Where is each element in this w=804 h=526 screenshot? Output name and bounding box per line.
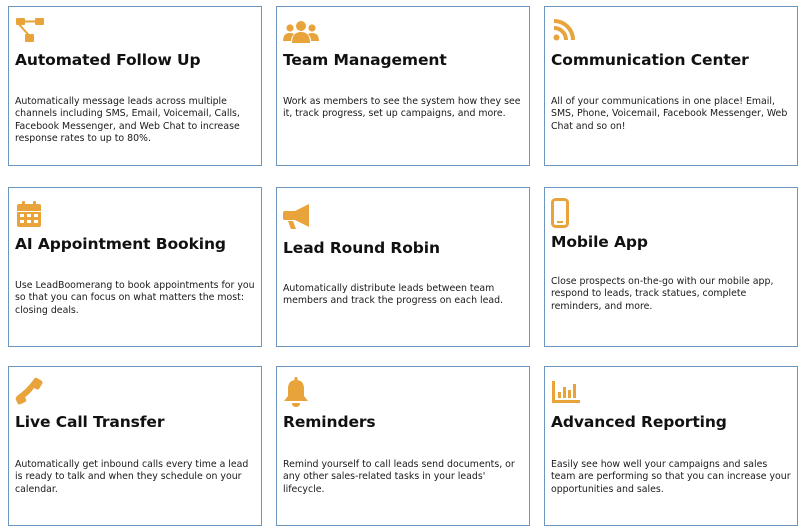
feature-title: Mobile App bbox=[551, 233, 648, 251]
feature-title: Reminders bbox=[283, 413, 376, 431]
feature-description: Use LeadBoomerang to book appointments f… bbox=[15, 280, 255, 316]
calendar-icon bbox=[15, 200, 43, 228]
feature-description: Automatically message leads across multi… bbox=[15, 96, 240, 145]
feature-card-ai-appointment-booking: AI Appointment Booking Use LeadBoomerang… bbox=[8, 187, 262, 347]
feature-description: Work as members to see the system how th… bbox=[283, 96, 521, 120]
rss-icon bbox=[551, 17, 577, 43]
feature-title: Advanced Reporting bbox=[551, 413, 727, 431]
feature-card-reminders: Reminders Remind yourself to call leads … bbox=[276, 366, 530, 526]
feature-title: Live Call Transfer bbox=[15, 413, 165, 431]
bell-icon bbox=[283, 377, 309, 407]
feature-description: Automatically get inbound calls every ti… bbox=[15, 459, 249, 495]
flowchart-icon bbox=[15, 15, 45, 45]
feature-card-automated-follow-up: Automated Follow Up Automatically messag… bbox=[8, 6, 262, 166]
feature-description: Easily see how well your campaigns and s… bbox=[551, 459, 791, 495]
feature-description: Automatically distribute leads between t… bbox=[283, 283, 504, 307]
feature-card-lead-round-robin: Lead Round Robin Automatically distribut… bbox=[276, 187, 530, 347]
feature-description: Close prospects on-the-go with our mobil… bbox=[551, 276, 774, 312]
feature-card-mobile-app: Mobile App Close prospects on-the-go wit… bbox=[544, 187, 798, 347]
feature-card-team-management: Team Management Work as members to see t… bbox=[276, 6, 530, 166]
feature-card-advanced-reporting: Advanced Reporting Easily see how well y… bbox=[544, 366, 798, 526]
bar-chart-icon bbox=[551, 377, 581, 405]
feature-title: Automated Follow Up bbox=[15, 51, 201, 69]
feature-title: AI Appointment Booking bbox=[15, 235, 226, 253]
megaphone-icon bbox=[283, 202, 313, 230]
users-icon bbox=[283, 17, 319, 47]
feature-title: Lead Round Robin bbox=[283, 239, 440, 257]
feature-description: Remind yourself to call leads send docum… bbox=[283, 459, 515, 495]
feature-title: Team Management bbox=[283, 51, 447, 69]
feature-title: Communication Center bbox=[551, 51, 749, 69]
feature-card-live-call-transfer: Live Call Transfer Automatically get inb… bbox=[8, 366, 262, 526]
phone-icon bbox=[15, 377, 43, 405]
feature-card-communication-center: Communication Center All of your communi… bbox=[544, 6, 798, 166]
feature-description: All of your communications in one place!… bbox=[551, 96, 788, 132]
mobile-phone-icon bbox=[551, 198, 569, 228]
